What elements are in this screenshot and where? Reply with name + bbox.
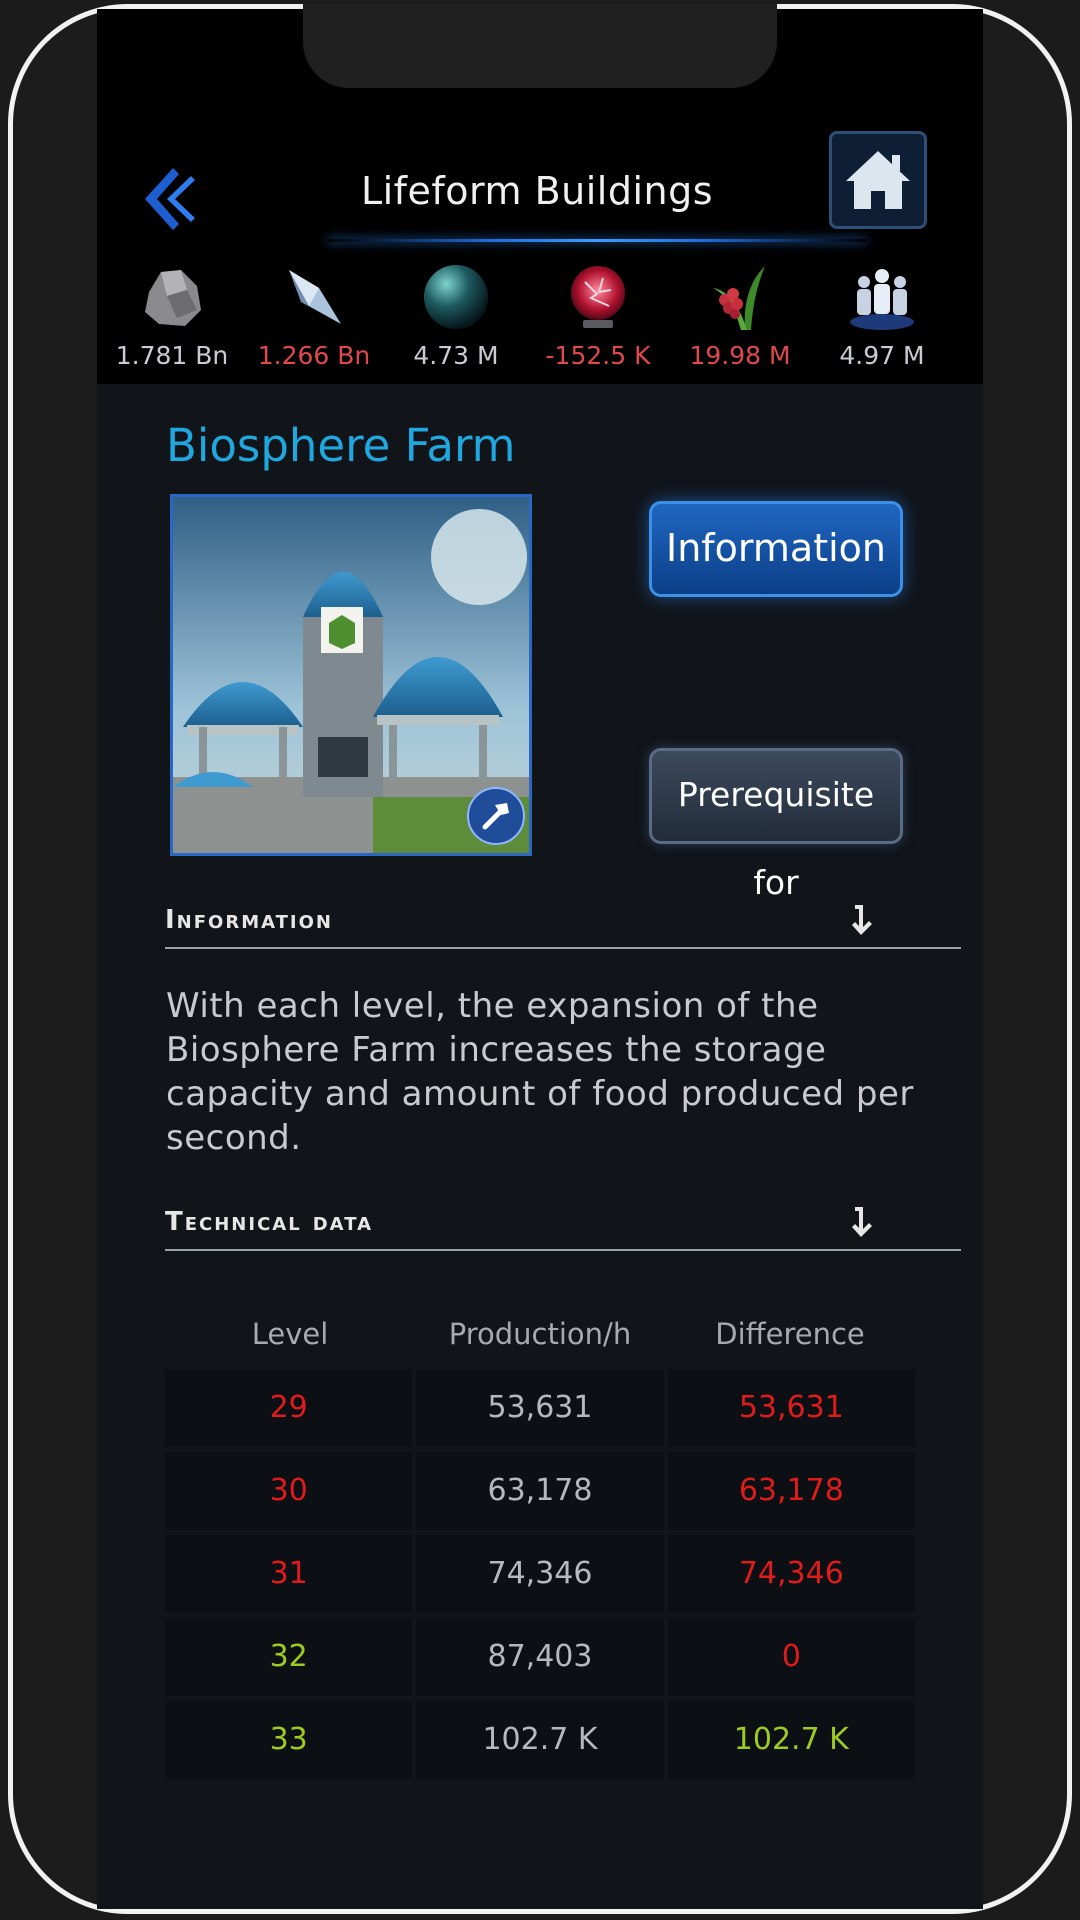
- build-hammer-icon[interactable]: [467, 787, 525, 845]
- cell-level: 30: [165, 1452, 413, 1535]
- building-name: Biosphere Farm: [166, 419, 516, 472]
- cell-difference: 102.7 K: [667, 1701, 915, 1784]
- cell-difference: 63,178: [667, 1452, 915, 1535]
- population-icon: [850, 269, 914, 330]
- collapse-arrow-icon[interactable]: [847, 899, 877, 939]
- technical-data-table: Level Production/h Difference 29 53,631 53…: [165, 1299, 915, 1784]
- information-section-title: Information: [165, 905, 333, 935]
- cell-level: 33: [165, 1701, 413, 1784]
- resource-crystal[interactable]: 1.266 Bn: [239, 259, 389, 370]
- phone-notch: [303, 4, 777, 88]
- building-image: [170, 494, 532, 856]
- information-text: With each level, the expansion of the Bi…: [166, 986, 914, 1158]
- food-plant-icon: [713, 266, 765, 330]
- cell-difference: 53,631: [667, 1369, 915, 1452]
- back-chevron-icon[interactable]: [139, 154, 195, 244]
- collapse-arrow-icon[interactable]: [847, 1201, 877, 1241]
- column-header-production: Production/h: [448, 1317, 632, 1351]
- resource-energy[interactable]: -152.5 K: [523, 259, 673, 370]
- table-row: 33 102.7 K 102.7 K: [165, 1701, 915, 1784]
- resource-bar: 1.781 Bn 1.266 Bn 4.73 M -152.5 K 19.98 …: [97, 259, 983, 379]
- metal-rock-icon: [145, 270, 201, 326]
- table-row: 31 74,346 74,346: [165, 1535, 915, 1618]
- page-title: Lifeform Buildings: [360, 169, 714, 213]
- cell-difference: 74,346: [667, 1535, 915, 1618]
- cell-level: 32: [165, 1618, 413, 1701]
- cell-production: 63,178: [416, 1452, 664, 1535]
- header-glow-line: [327, 239, 867, 242]
- resource-deuterium[interactable]: 4.73 M: [381, 259, 531, 370]
- app-screen: Lifeform Buildings 1.781 Bn 1.266 Bn 4.7…: [97, 9, 983, 1909]
- cell-difference: 0: [667, 1618, 915, 1701]
- column-header-level: Level: [251, 1317, 329, 1351]
- prerequisite-for-button[interactable]: Prerequisite for: [649, 748, 903, 902]
- cell-level: 31: [165, 1535, 413, 1618]
- cell-level: 29: [165, 1369, 413, 1452]
- resource-metal[interactable]: 1.781 Bn: [97, 259, 247, 370]
- technical-data-section-header[interactable]: Technical data: [165, 1201, 961, 1251]
- table-row: 30 63,178 63,178: [165, 1452, 915, 1535]
- resource-population[interactable]: 4.97 M: [807, 259, 957, 370]
- energy-orb-icon: [571, 266, 625, 328]
- technical-data-section-title: Technical data: [165, 1207, 374, 1237]
- information-button[interactable]: Information: [649, 501, 903, 597]
- deuterium-sphere-icon: [424, 265, 488, 329]
- home-icon: [846, 151, 910, 209]
- home-button[interactable]: [829, 131, 927, 229]
- column-header-difference: Difference: [715, 1317, 865, 1351]
- cell-production: 102.7 K: [416, 1701, 664, 1784]
- cell-production: 74,346: [416, 1535, 664, 1618]
- table-row: 32 87,403 0: [165, 1618, 915, 1701]
- table-row: 29 53,631 53,631: [165, 1369, 915, 1452]
- information-section-header[interactable]: Information: [165, 899, 961, 949]
- crystal-icon: [289, 270, 341, 324]
- cell-production: 53,631: [416, 1369, 664, 1452]
- table-body: 29 53,631 53,631 30 63,178 63,178 31 74,346 74,3…: [165, 1369, 915, 1784]
- cell-production: 87,403: [416, 1618, 664, 1701]
- table-header: Level Production/h Difference: [165, 1299, 915, 1369]
- resource-food[interactable]: 19.98 M: [665, 259, 815, 370]
